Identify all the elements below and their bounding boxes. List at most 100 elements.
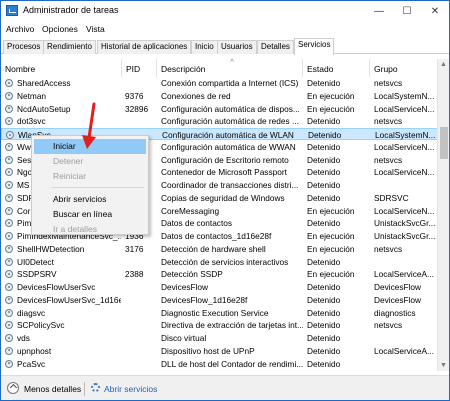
tab-rendimiento[interactable]: Rendimiento: [43, 40, 96, 54]
service-status-cell: Detenido: [308, 130, 342, 140]
service-gear-icon: [5, 219, 13, 228]
service-group-cell: LocalServiceN...: [374, 205, 435, 216]
service-gear-icon: [5, 206, 13, 215]
service-status-cell: Detenido: [307, 116, 341, 127]
close-button[interactable]: ✕: [421, 1, 449, 21]
service-row[interactable]: PcaSvc DLL de host del Contador de rendim…: [1, 358, 449, 370]
service-status-cell: Detenido: [307, 345, 341, 356]
scroll-thumb[interactable]: [440, 127, 448, 159]
service-gear-icon: [5, 295, 13, 304]
service-gear-icon: [5, 257, 13, 266]
service-status-cell: Detenido: [307, 167, 341, 178]
service-row[interactable]: Netman 9376 Conexiones de red En ejecución L…: [1, 90, 449, 102]
service-description-cell: Coordinador de transacciones distri...: [161, 180, 299, 190]
service-row[interactable]: NcdAutoSetup 32896 Configuración automátic…: [1, 103, 449, 115]
column-header-descripcion[interactable]: Descripción: [157, 59, 303, 77]
service-row[interactable]: diagsvc Diagnostic Execution Service Deten…: [1, 307, 449, 319]
service-description-cell: DLL de host del Contador de rendimi...: [161, 358, 303, 369]
tab-usuarios[interactable]: Usuarios: [217, 40, 257, 54]
context-menu-item: Detener: [53, 156, 84, 166]
menu-vista[interactable]: Vista: [86, 24, 105, 34]
menu-archivo[interactable]: Archivo: [6, 24, 34, 34]
less-details-link[interactable]: Menos detalles: [24, 384, 81, 394]
vertical-scrollbar[interactable]: ▲ ▼: [437, 59, 449, 371]
service-row[interactable]: DevicesFlowUserSvc_1d16e... DevicesFlow_1…: [1, 294, 449, 306]
service-status-cell: En ejecución: [307, 269, 355, 280]
service-group-cell: netsvcs: [374, 243, 403, 254]
service-gear-icon: [5, 244, 13, 253]
task-manager-window: Administrador de tareas — ☐ ✕ Archivo Op…: [0, 0, 450, 401]
service-group-cell: netsvcs: [374, 116, 403, 127]
service-status-cell: En ejecución: [307, 103, 355, 114]
open-services-link[interactable]: Abrir servicios: [104, 384, 157, 394]
service-group-cell: netsvcs: [374, 78, 403, 88]
scroll-down-icon[interactable]: ▼: [440, 362, 447, 369]
service-description-cell: Configuración automática de redes ...: [161, 116, 299, 127]
scroll-up-icon[interactable]: ▲: [440, 61, 447, 68]
service-status-cell: Detenido: [307, 307, 341, 318]
tab-detalles[interactable]: Detalles: [257, 40, 294, 54]
service-gear-icon: [5, 232, 13, 240]
column-header-estado[interactable]: Estado: [303, 59, 370, 77]
service-row[interactable]: vds Disco virtual Detenido: [1, 332, 449, 344]
service-row[interactable]: SCPolicySvc Directiva de extracción de ta…: [1, 319, 449, 331]
service-description-cell: Detección de hardware shell: [161, 243, 266, 254]
minimize-button[interactable]: —: [365, 1, 393, 21]
service-gear-icon: [5, 359, 13, 368]
service-name-cell: SharedAccess: [17, 78, 71, 88]
service-row[interactable]: dot3svc Configuración automática de redes…: [1, 115, 449, 127]
service-status-cell: En ejecución: [307, 90, 355, 101]
context-menu-item: Ir a detalles: [53, 224, 97, 234]
service-description-cell: DevicesFlow_1d16e28f: [161, 294, 248, 305]
service-gear-icon: [5, 321, 13, 330]
service-name-cell: vds: [17, 333, 30, 343]
service-description-cell: Configuración automática de dispos...: [161, 103, 300, 114]
service-pid-cell: 32896: [125, 103, 149, 114]
titlebar: Administrador de tareas — ☐ ✕: [1, 1, 449, 21]
service-group-cell: netsvcs: [374, 154, 403, 165]
service-name-cell: ShellHWDetection: [17, 243, 85, 254]
tab-inicio[interactable]: Inicio: [191, 40, 218, 54]
service-group-cell: UnistackSvcGr...: [374, 231, 436, 241]
service-status-cell: Detenido: [307, 320, 341, 331]
service-gear-icon: [5, 346, 13, 355]
service-row[interactable]: UI0Detect Detección de servicios interact…: [1, 256, 449, 268]
service-description-cell: CoreMessaging: [161, 205, 220, 216]
service-description-cell: Datos de contactos_1d16e28f: [161, 231, 272, 241]
service-name-cell: SCPolicySvc: [17, 320, 65, 331]
service-row[interactable]: SSDPSRV 2388 Detección SSDP En ejecución Loc…: [1, 268, 449, 280]
tab-servicios[interactable]: Servicios: [294, 38, 335, 55]
service-status-cell: Detenido: [307, 294, 341, 305]
service-description-cell: Detección de servicios interactivos: [161, 256, 289, 267]
collapse-up-icon[interactable]: [7, 382, 19, 394]
column-header-grupo[interactable]: Grupo: [370, 59, 437, 77]
menu-opciones[interactable]: Opciones: [42, 24, 78, 34]
service-gear-icon: [5, 168, 13, 177]
service-name-cell: Netman: [17, 90, 47, 101]
service-gear-icon: [5, 334, 13, 342]
service-status-cell: En ejecución: [307, 205, 355, 216]
service-gear-icon: [5, 104, 13, 113]
service-row[interactable]: ShellHWDetection 3176 Detección de hardwar…: [1, 243, 449, 255]
service-gear-icon: [5, 308, 13, 317]
service-status-cell: En ejecución: [307, 231, 355, 241]
service-name-cell: PcaSvc: [17, 358, 46, 369]
context-menu-item[interactable]: Buscar en línea: [34, 207, 146, 222]
service-row[interactable]: DevicesFlowUserSvc DevicesFlow Detenido Dev…: [1, 281, 449, 293]
service-group-cell: SDRSVC: [374, 192, 409, 203]
context-menu-item[interactable]: Abrir servicios: [34, 192, 146, 207]
maximize-button[interactable]: ☐: [393, 1, 421, 21]
service-gear-icon: [5, 193, 13, 202]
column-header-nombre[interactable]: Nombre: [1, 59, 122, 77]
service-gear-icon: [5, 117, 13, 126]
services-gear-icon[interactable]: [91, 383, 100, 392]
tab-bar: Procesos Rendimiento Historial de aplica…: [1, 38, 449, 55]
tab-procesos[interactable]: Procesos: [3, 40, 45, 54]
tab-historial[interactable]: Historial de aplicaciones: [97, 40, 192, 54]
service-pid-cell: 9376: [125, 90, 144, 101]
service-row[interactable]: upnphost Dispositivo host de UPnP Detenido…: [1, 345, 449, 357]
column-header-pid[interactable]: PID: [122, 59, 157, 77]
service-gear-icon: [5, 270, 13, 279]
service-description-cell: Contenedor de Microsoft Passport: [161, 167, 287, 178]
service-row[interactable]: SharedAccess Conexión compartida a Intern…: [1, 77, 449, 89]
